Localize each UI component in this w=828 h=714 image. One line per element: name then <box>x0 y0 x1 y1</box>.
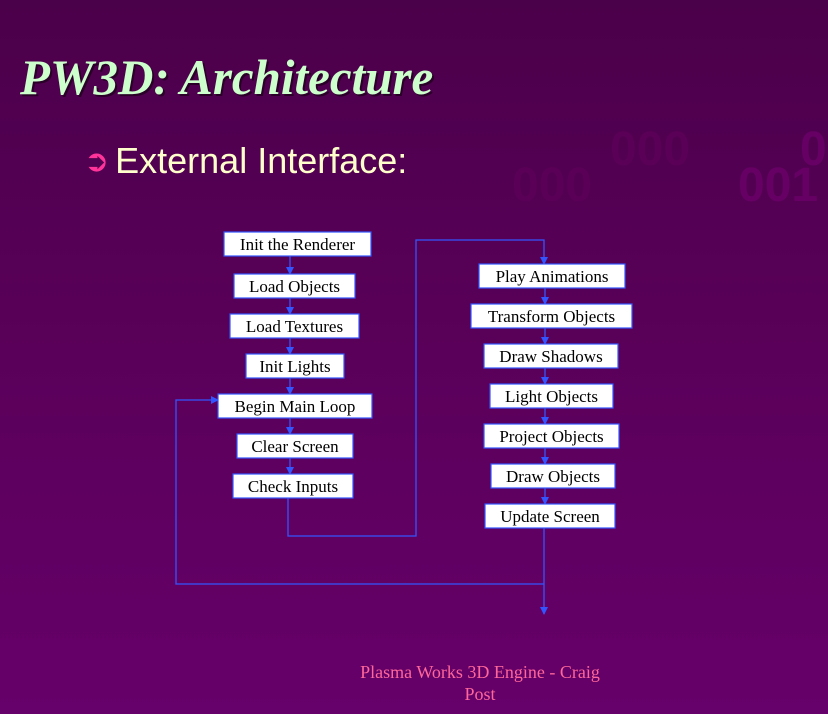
flow-step: Project Objects <box>483 423 620 449</box>
flow-step-label: Play Animations <box>496 267 609 286</box>
flow-step: Transform Objects <box>470 303 633 329</box>
flow-step: Play Animations <box>478 263 626 289</box>
flow-step-label: Project Objects <box>499 427 603 446</box>
flow-step: Load Objects <box>233 273 356 299</box>
flow-step-label: Update Screen <box>500 507 600 526</box>
footer-text: Plasma Works 3D Engine - Craig <box>360 662 600 682</box>
flow-step: Draw Objects <box>490 463 616 489</box>
flow-step: Clear Screen <box>236 433 354 459</box>
flow-step: Init Lights <box>245 353 345 379</box>
flow-step: Check Inputs <box>232 473 354 499</box>
flow-step-label: Init the Renderer <box>240 235 356 254</box>
flow-step: Update Screen <box>484 503 616 529</box>
flow-step-label: Draw Objects <box>506 467 600 486</box>
flow-step: Draw Shadows <box>483 343 619 369</box>
flow-step-label: Load Textures <box>246 317 343 336</box>
flow-step-label: Init Lights <box>259 357 330 376</box>
flow-step-label: Transform Objects <box>488 307 615 326</box>
footer-text: Post <box>464 684 496 704</box>
flow-step: Light Objects <box>489 383 614 409</box>
flow-step: Begin Main Loop <box>217 393 373 419</box>
flow-step: Load Textures <box>229 313 360 339</box>
flow-step: Init the Renderer <box>223 231 372 257</box>
flow-step-label: Draw Shadows <box>499 347 602 366</box>
flowchart: Init the Renderer Load Objects Load Textur… <box>175 231 633 615</box>
flow-step-label: Load Objects <box>249 277 340 296</box>
flow-step-label: Light Objects <box>505 387 598 406</box>
flow-step-label: Clear Screen <box>251 437 339 456</box>
flow-step-label: Check Inputs <box>248 477 338 496</box>
flow-step-label: Begin Main Loop <box>235 397 356 416</box>
